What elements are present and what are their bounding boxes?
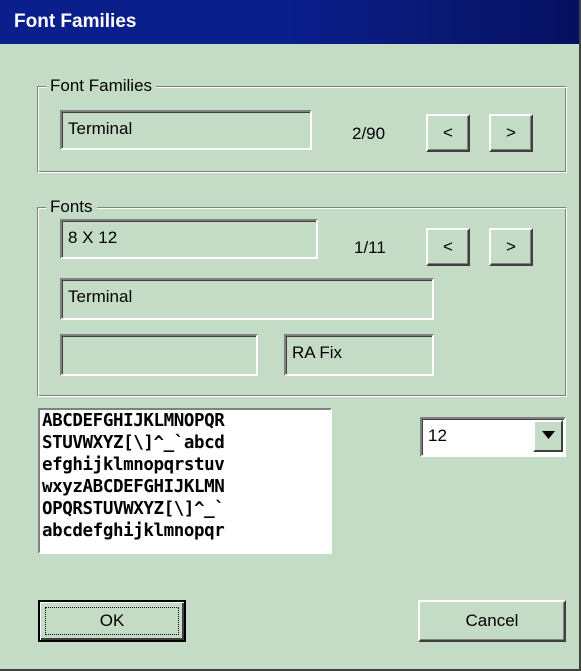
title-bar: Font Families: [0, 0, 579, 44]
preview-line: OPQRSTUVWXYZ[\]^_`: [42, 499, 225, 519]
font-families-dialog: Font Families Font Families Terminal 2/9…: [0, 0, 581, 671]
chevron-down-icon: [542, 431, 555, 439]
font-preview: ABCDEFGHIJKLMNOPQR STUVWXYZ[\]^_`abcd ef…: [38, 408, 332, 554]
font-family-prev-button[interactable]: <: [426, 114, 470, 152]
preview-line: STUVWXYZ[\]^_`abcd: [42, 433, 225, 453]
font-next-button[interactable]: >: [489, 228, 533, 266]
preview-line: abcdefghijklmnopqr: [42, 521, 225, 541]
focus-rect: [45, 607, 179, 635]
font-size-field: 8 X 12: [60, 219, 318, 259]
point-size-value: 12: [428, 426, 447, 445]
point-size-select[interactable]: 12: [420, 417, 566, 457]
preview-line: ABCDEFGHIJKLMNOPQR: [42, 411, 225, 431]
font-family-field: Terminal: [60, 110, 312, 150]
font-family-next-button[interactable]: >: [489, 114, 533, 152]
font-counter: 1/11: [354, 238, 386, 257]
font-style-field: [60, 334, 258, 376]
preview-line: wxyzABCDEFGHIJKLMN: [42, 477, 225, 497]
font-pitch-field: RA Fix: [284, 334, 434, 376]
cancel-button[interactable]: Cancel: [418, 600, 566, 642]
font-prev-button[interactable]: <: [426, 228, 470, 266]
fonts-legend: Fonts: [46, 196, 97, 218]
ok-button[interactable]: OK: [38, 600, 186, 642]
window-title: Font Families: [14, 11, 137, 32]
font-families-legend: Font Families: [46, 75, 157, 97]
font-face-field: Terminal: [60, 278, 434, 320]
preview-line: efghijklmnopqrstuv: [42, 455, 225, 475]
font-family-counter: 2/90: [352, 124, 386, 143]
dropdown-button[interactable]: [533, 420, 563, 452]
cancel-label: Cancel: [465, 611, 519, 630]
